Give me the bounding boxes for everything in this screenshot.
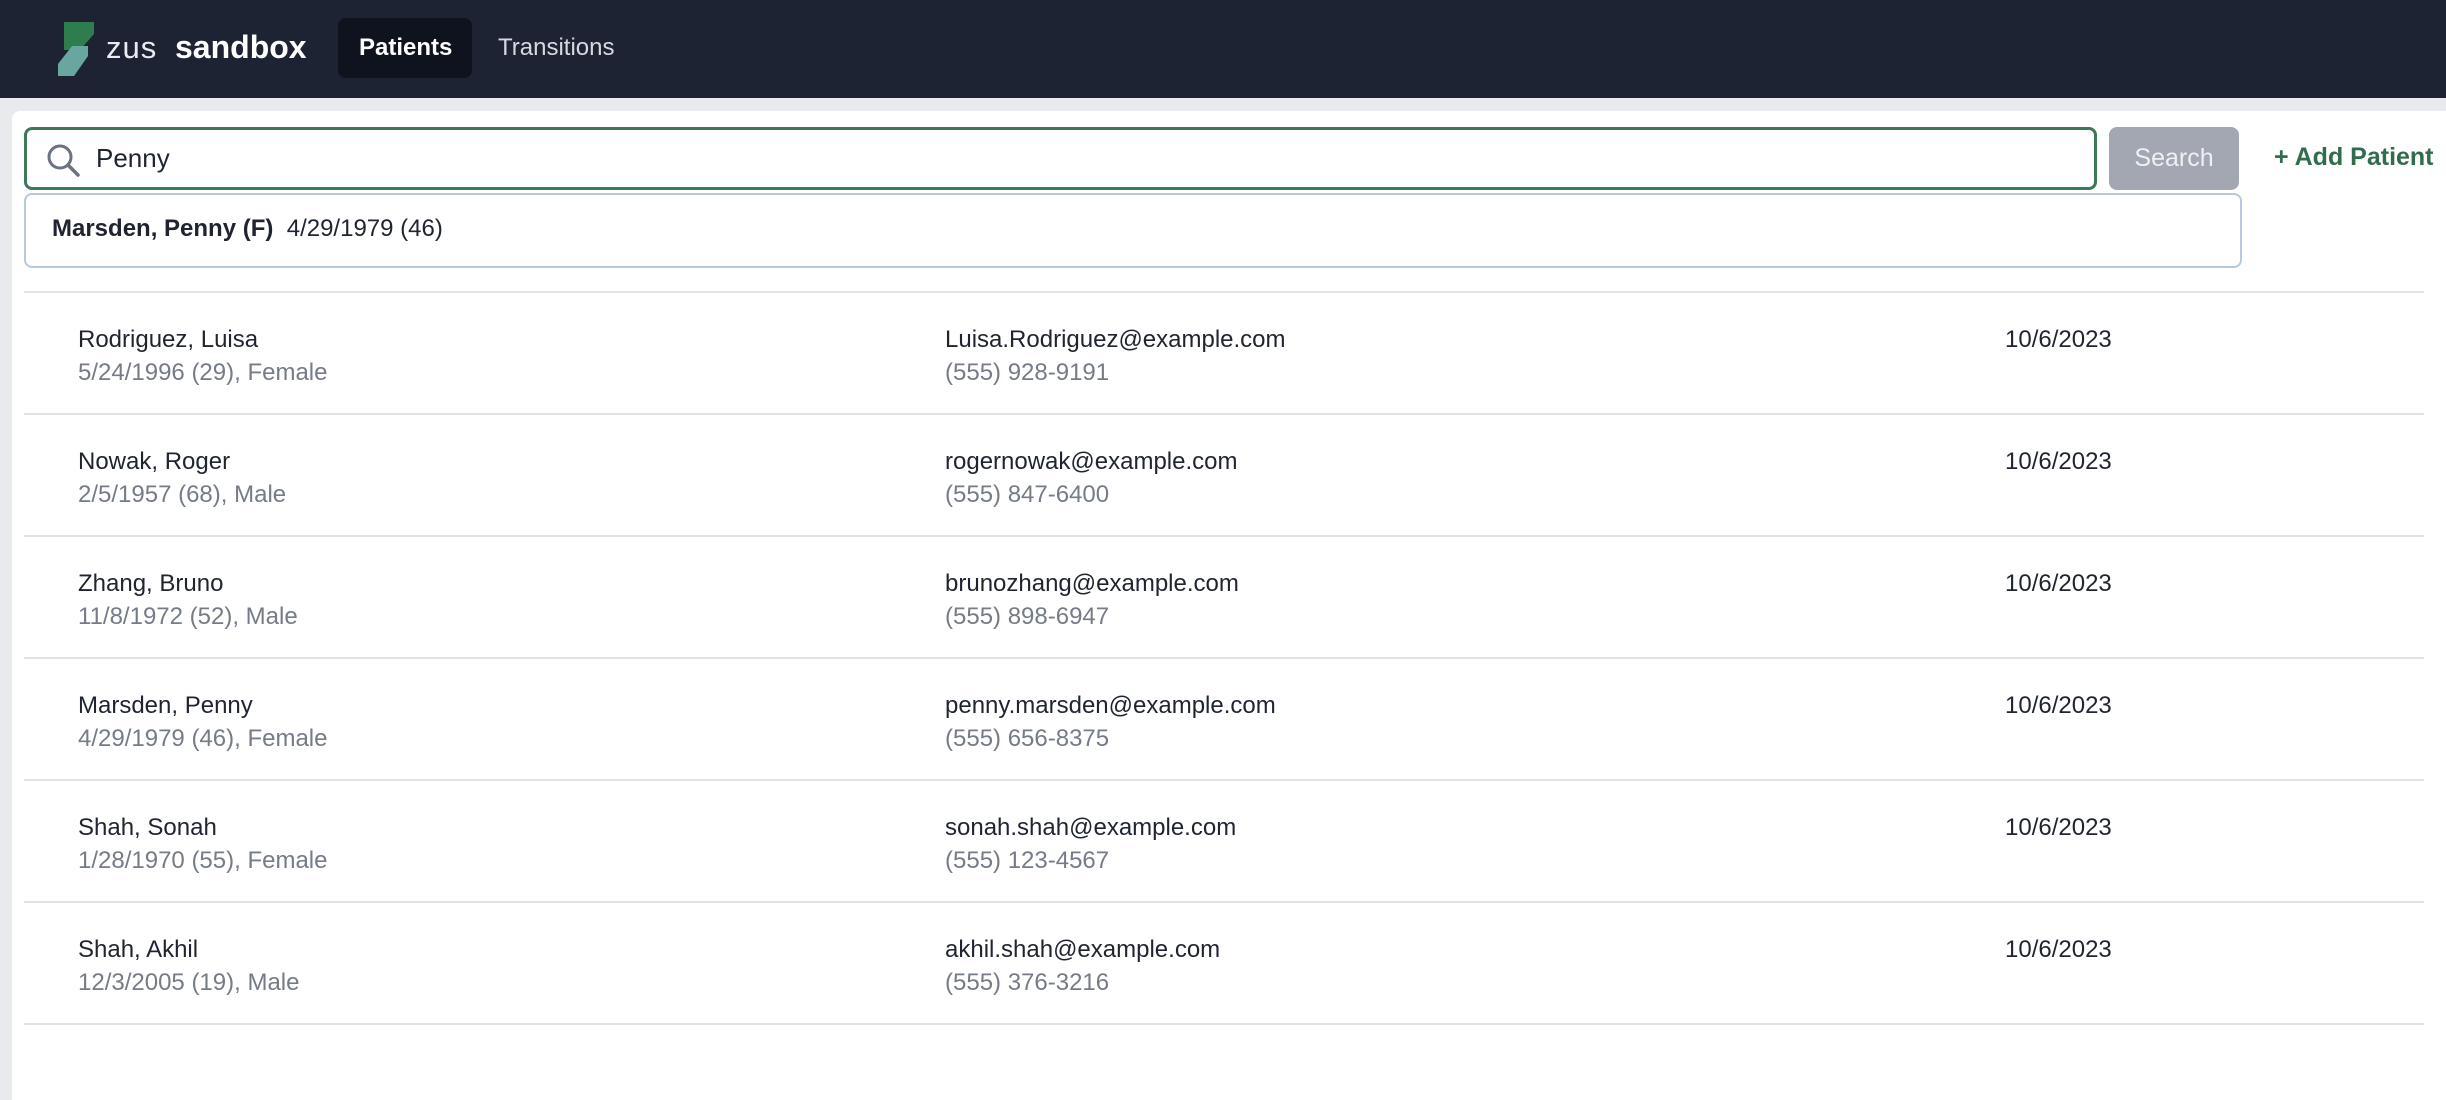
patient-name: Shah, Sonah — [78, 814, 217, 841]
patient-row[interactable]: Zhang, Bruno 11/8/1972 (52), Male brunoz… — [24, 537, 2424, 659]
patient-row[interactable]: Marsden, Penny 4/29/1979 (46), Female pe… — [24, 659, 2424, 781]
patient-date: 10/6/2023 — [2005, 448, 2112, 475]
patient-email: rogernowak@example.com — [945, 448, 1238, 475]
patient-identity: Shah, Sonah 1/28/1970 (55), Female — [78, 811, 327, 877]
patient-row[interactable]: Nowak, Roger 2/5/1957 (68), Male rogerno… — [24, 415, 2424, 537]
patient-list: Rodriguez, Luisa 5/24/1996 (29), Female … — [24, 293, 2424, 1025]
patient-demographics: 4/29/1979 (46), Female — [78, 725, 328, 752]
patient-demographics: 12/3/2005 (19), Male — [78, 969, 300, 996]
patient-demographics: 1/28/1970 (55), Female — [78, 847, 328, 874]
patient-identity: Nowak, Roger 2/5/1957 (68), Male — [78, 445, 286, 511]
patient-email: akhil.shah@example.com — [945, 936, 1221, 963]
patient-identity: Shah, Akhil 12/3/2005 (19), Male — [78, 933, 299, 999]
patient-row[interactable]: Shah, Sonah 1/28/1970 (55), Female sonah… — [24, 781, 2424, 903]
patient-date: 10/6/2023 — [2005, 692, 2112, 719]
patient-name: Zhang, Bruno — [78, 570, 224, 597]
search-button[interactable]: Search — [2109, 127, 2239, 190]
tab-patients[interactable]: Patients — [338, 18, 472, 78]
logo-wordmark: zus — [106, 30, 158, 65]
patient-demographics: 5/24/1996 (29), Female — [78, 359, 328, 386]
patient-date: 10/6/2023 — [2005, 326, 2112, 353]
add-patient-link[interactable]: + Add Patient — [2274, 143, 2434, 172]
patient-row[interactable]: Shah, Akhil 12/3/2005 (19), Male akhil.s… — [24, 903, 2424, 1025]
top-nav: zus sandbox Patients Transitions — [0, 0, 2446, 98]
patient-contact: brunozhang@example.com (555) 898-6947 — [945, 567, 1239, 633]
patient-name: Nowak, Roger — [78, 448, 231, 475]
patient-name: Shah, Akhil — [78, 936, 199, 963]
patient-identity: Zhang, Bruno 11/8/1972 (52), Male — [78, 567, 298, 633]
patient-demographics: 2/5/1957 (68), Male — [78, 481, 287, 508]
patient-phone: (555) 123-4567 — [945, 847, 1110, 874]
suggestion-dob: 4/29/1979 (46) — [286, 215, 443, 242]
patient-row[interactable]: Rodriguez, Luisa 5/24/1996 (29), Female … — [24, 293, 2424, 415]
search-suggestions: Marsden, Penny (F) 4/29/1979 (46) — [24, 193, 2242, 268]
patient-contact: rogernowak@example.com (555) 847-6400 — [945, 445, 1238, 511]
patient-identity: Rodriguez, Luisa 5/24/1996 (29), Female — [78, 323, 327, 389]
patient-contact: penny.marsden@example.com (555) 656-8375 — [945, 689, 1276, 755]
patient-demographics: 11/8/1972 (52), Male — [78, 603, 298, 630]
patient-phone: (555) 847-6400 — [945, 481, 1110, 508]
patient-contact: Luisa.Rodriguez@example.com (555) 928-91… — [945, 323, 1286, 389]
patient-contact: akhil.shah@example.com (555) 376-3216 — [945, 933, 1220, 999]
app-name: sandbox — [175, 29, 307, 65]
patient-identity: Marsden, Penny 4/29/1979 (46), Female — [78, 689, 327, 755]
patient-date: 10/6/2023 — [2005, 814, 2112, 841]
search-field[interactable] — [24, 127, 2097, 190]
patient-contact: sonah.shah@example.com (555) 123-4567 — [945, 811, 1236, 877]
patient-date: 10/6/2023 — [2005, 570, 2112, 597]
patient-email: penny.marsden@example.com — [945, 692, 1276, 719]
patient-email: Luisa.Rodriguez@example.com — [945, 326, 1286, 353]
patient-email: sonah.shah@example.com — [945, 814, 1237, 841]
search-icon — [47, 144, 80, 177]
search-input[interactable] — [94, 130, 2084, 187]
patient-phone: (555) 928-9191 — [945, 359, 1110, 386]
suggestion-name: Marsden, Penny (F) — [52, 215, 274, 242]
patient-phone: (555) 656-8375 — [945, 725, 1110, 752]
patient-phone: (555) 898-6947 — [945, 603, 1110, 630]
zus-logo-icon — [58, 22, 94, 76]
patient-name: Marsden, Penny — [78, 692, 253, 719]
patient-email: brunozhang@example.com — [945, 570, 1239, 597]
patient-phone: (555) 376-3216 — [945, 969, 1110, 996]
tab-transitions[interactable]: Transitions — [477, 18, 635, 78]
patient-date: 10/6/2023 — [2005, 936, 2112, 963]
suggestion-item[interactable]: Marsden, Penny (F) 4/29/1979 (46) — [52, 215, 443, 243]
patient-name: Rodriguez, Luisa — [78, 326, 259, 353]
